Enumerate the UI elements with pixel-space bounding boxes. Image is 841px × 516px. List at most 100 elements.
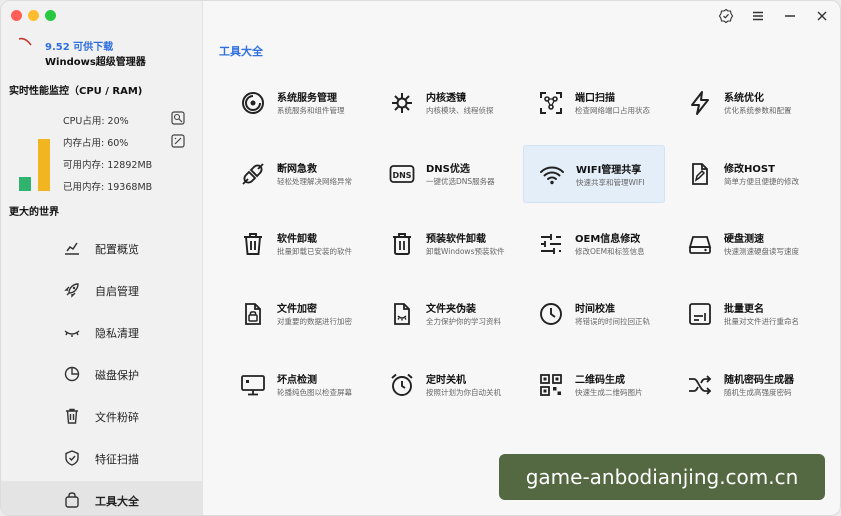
tool-folder-disguise[interactable]: 文件夹伪装 全力保护你的学习资料 <box>374 285 516 343</box>
tool-batch-rename[interactable]: 批量更名 批量对文件进行重命名 <box>672 285 814 343</box>
tool-desc: 轻松处理解决网络异常 <box>277 177 352 186</box>
tool-desc: 系统服务和组件管理 <box>277 106 345 115</box>
zoom-window-button[interactable] <box>45 10 56 21</box>
sidebar-item-file-shred[interactable]: 文件粉碎 <box>1 397 203 435</box>
shield-icon <box>65 450 79 466</box>
tool-time-sync[interactable]: 时间校准 将错误的时间拉回正轨 <box>523 285 665 343</box>
cpu-usage-label: CPU占用: 20% <box>63 116 129 127</box>
image-scan-icon[interactable] <box>171 111 185 125</box>
tool-disk-speed[interactable]: 硬盘测速 快速测速硬盘读写速度 <box>672 215 814 273</box>
tool-password-generator[interactable]: 随机密码生成器 随机生成高强度密码 <box>672 356 814 414</box>
tool-desc: 内核模块、线程侦探 <box>426 106 494 115</box>
tool-scheduled-shutdown[interactable]: 定时关机 按照计划为你自动关机 <box>374 356 516 414</box>
tool-port-scan[interactable]: 端口扫描 检查网络端口占用状态 <box>523 74 665 132</box>
sidebar-item-label: 配置概览 <box>95 243 139 256</box>
hard-drive-icon <box>688 236 712 254</box>
tool-name: 硬盘测速 <box>724 234 764 245</box>
tool-dns-optimize[interactable]: DNS DNS优选 一键优选DNS服务器 <box>374 145 516 203</box>
rocket-icon <box>64 283 79 298</box>
plug-icon <box>242 163 264 185</box>
tool-desc: 轮播纯色图以检查屏幕 <box>277 388 352 397</box>
sidebar-item-startup[interactable]: 自启管理 <box>1 271 203 309</box>
tool-name: DNS优选 <box>426 164 470 175</box>
tool-network-rescue[interactable]: 断网急救 轻松处理解决网络异常 <box>225 145 367 203</box>
ram-usage-bar <box>38 138 50 191</box>
tool-uninstall[interactable]: 软件卸载 批量卸载已安装的软件 <box>225 215 367 273</box>
tool-desc: 快速共享和管理WIFI <box>576 178 645 187</box>
close-window-button[interactable] <box>11 10 22 21</box>
tool-oem-edit[interactable]: OEM信息修改 修改OEM和标签信息 <box>523 215 665 273</box>
sidebar-item-label: 工具大全 <box>95 495 139 508</box>
eye-closed-icon <box>64 330 80 337</box>
sidebar: 9.52 可供下载 Windows超级管理器 实时性能监控（CPU / RAM)… <box>1 1 203 515</box>
tool-desc: 对重要的数据进行加密 <box>277 317 352 326</box>
tool-name: 系统服务管理 <box>277 93 337 104</box>
wifi-icon <box>540 166 564 185</box>
virus-icon <box>392 93 412 113</box>
app-version: 9.52 可供下载 <box>45 42 114 53</box>
tool-preinstalled-uninstall[interactable]: 预装软件卸载 卸载Windows预装软件 <box>374 215 516 273</box>
sidebar-item-toolbox[interactable]: 工具大全 <box>1 481 203 515</box>
tool-edit-hosts[interactable]: 修改HOST 简单方便且便捷的修改 <box>672 145 814 203</box>
network-scan-icon <box>540 92 562 114</box>
sidebar-item-label: 隐私清理 <box>95 327 139 340</box>
monitor-title: 实时性能监控（CPU / RAM) <box>9 86 143 97</box>
tool-name: 预装软件卸载 <box>426 234 486 245</box>
tool-desc: 随机生成高强度密码 <box>724 388 792 397</box>
available-memory-label: 可用内存: 12892MB <box>63 160 153 171</box>
file-lock-icon <box>245 303 261 325</box>
menu-icon[interactable] <box>750 8 766 24</box>
file-hidden-icon <box>394 303 410 325</box>
lightning-icon <box>691 91 709 115</box>
tool-desc: 将错误的时间拉回正轨 <box>575 317 650 326</box>
tool-desc: 批量卸载已安装的软件 <box>277 247 352 256</box>
sidebar-item-label: 特征扫描 <box>95 453 139 466</box>
monitor-icon <box>241 375 265 396</box>
rename-icon <box>689 303 711 325</box>
tool-desc: 卸载Windows预装软件 <box>426 247 505 256</box>
trash-icon <box>66 408 78 424</box>
service-ring-icon <box>242 92 264 114</box>
tool-desc: 快速测速硬盘读写速度 <box>724 247 799 256</box>
qrcode-icon <box>540 374 562 396</box>
tool-name: 文件夹伪装 <box>426 304 476 315</box>
chart-icon <box>65 242 79 255</box>
tool-name: 文件加密 <box>277 304 317 315</box>
file-edit-icon <box>692 163 708 185</box>
tool-desc: 全力保护你的学习资料 <box>426 317 501 326</box>
tool-name: 随机密码生成器 <box>724 375 794 386</box>
tool-name: 内核透镜 <box>426 93 466 104</box>
sliders-icon <box>541 234 561 254</box>
tool-qrcode[interactable]: 二维码生成 快速生成二维码图片 <box>523 356 665 414</box>
used-memory-label: 已用内存: 19368MB <box>63 182 153 193</box>
tool-desc: 优化系统参数和配置 <box>724 106 792 115</box>
sidebar-item-privacy-clean[interactable]: 隐私清理 <box>1 313 203 351</box>
verified-badge-icon[interactable] <box>718 8 734 24</box>
sidebar-item-config-overview[interactable]: 配置概览 <box>1 229 203 267</box>
performance-bars <box>19 121 53 191</box>
tool-desc: 检查网络端口占用状态 <box>575 106 650 115</box>
tool-file-encrypt[interactable]: 文件加密 对重要的数据进行加密 <box>225 285 367 343</box>
minimize-window-button[interactable] <box>28 10 39 21</box>
tool-system-service[interactable]: 系统服务管理 系统服务和组件管理 <box>225 74 367 132</box>
tool-kernel-lens[interactable]: 内核透镜 内核模块、线程侦探 <box>374 74 516 132</box>
sidebar-item-disk-protect[interactable]: 磁盘保护 <box>1 355 203 393</box>
tool-desc: 快速生成二维码图片 <box>575 388 643 397</box>
title-bar-actions <box>718 8 830 24</box>
tool-wifi-share[interactable]: WIFI管理共享 快速共享和管理WIFI <box>523 145 665 203</box>
sidebar-item-label: 磁盘保护 <box>95 369 139 382</box>
sidebar-item-label: 文件粉碎 <box>95 411 139 424</box>
tool-dead-pixel[interactable]: 坏点检测 轮播纯色图以检查屏幕 <box>225 356 367 414</box>
sidebar-item-feature-scan[interactable]: 特征扫描 <box>1 439 203 477</box>
minimize-icon[interactable] <box>782 8 798 24</box>
tool-desc: 修改OEM和标签信息 <box>575 247 645 256</box>
tool-name: 系统优化 <box>724 93 764 104</box>
tool-name: OEM信息修改 <box>575 234 641 245</box>
close-icon[interactable] <box>814 8 830 24</box>
memory-clean-icon[interactable] <box>171 134 185 148</box>
cpu-usage-bar <box>19 177 31 191</box>
tool-name: 批量更名 <box>724 304 764 315</box>
tool-system-optimize[interactable]: 系统优化 优化系统参数和配置 <box>672 74 814 132</box>
tool-name: 定时关机 <box>426 375 466 386</box>
sidebar-section-title: 更大的世界 <box>9 207 59 218</box>
